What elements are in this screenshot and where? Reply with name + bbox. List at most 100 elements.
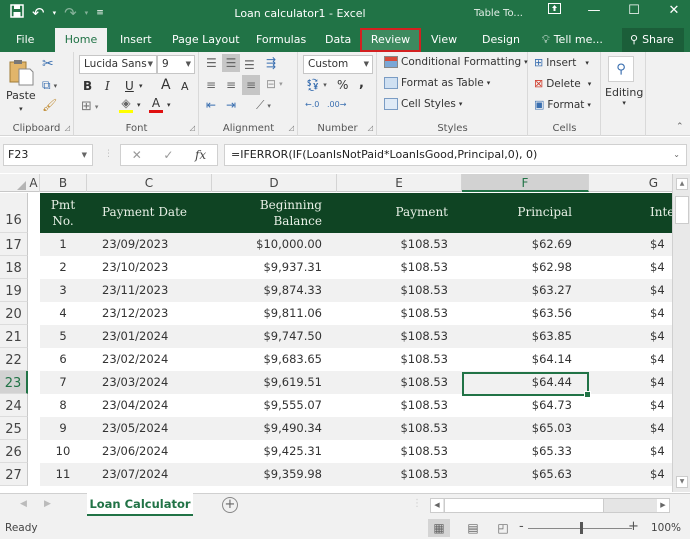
tab-file[interactable]: File xyxy=(8,28,42,52)
cell-payment[interactable]: $108.53 xyxy=(340,256,448,279)
merge-center-icon[interactable]: ⊟ ▾ xyxy=(266,77,283,91)
row-header-17[interactable]: 17 xyxy=(0,233,28,256)
scroll-up-arrow[interactable]: ▲ xyxy=(676,178,688,190)
underline-button[interactable]: U xyxy=(125,79,134,93)
header-payment-date[interactable]: Payment Date xyxy=(102,205,187,219)
cell-balance[interactable]: $9,619.51 xyxy=(212,371,322,394)
shrink-font-button[interactable]: A xyxy=(181,80,189,93)
zoom-level[interactable]: 100% xyxy=(651,522,681,534)
column-header-a[interactable]: A xyxy=(28,174,40,192)
horizontal-scrollbar[interactable]: ◀ ▶ xyxy=(430,498,670,513)
cell-interest[interactable]: $4 xyxy=(650,325,665,348)
cell-interest[interactable]: $4 xyxy=(650,256,665,279)
cell-no[interactable]: 2 xyxy=(40,256,86,279)
underline-dropdown-icon[interactable]: ▾ xyxy=(139,82,143,90)
selected-cell-f23[interactable] xyxy=(462,372,591,398)
tab-insert[interactable]: Insert xyxy=(112,28,160,52)
cell-date[interactable]: 23/07/2024 xyxy=(102,463,168,486)
paste-button[interactable]: Paste ▾ xyxy=(6,58,36,113)
cell-date[interactable]: 23/10/2023 xyxy=(102,256,168,279)
align-right-icon[interactable]: ≡ xyxy=(242,75,260,95)
font-color-button[interactable]: A xyxy=(149,96,163,113)
row-header-19[interactable]: 19 xyxy=(0,279,28,302)
delete-cells-button[interactable]: ⊠ Delete ▾ xyxy=(534,77,591,90)
header-payment[interactable]: Payment xyxy=(340,205,449,219)
grow-font-button[interactable]: A xyxy=(161,77,171,93)
tab-formulas[interactable]: Formulas xyxy=(248,28,314,52)
copy-icon[interactable]: ⧉ ▾ xyxy=(42,78,57,93)
row-header-18[interactable]: 18 xyxy=(0,256,28,279)
cell-interest[interactable]: $4 xyxy=(650,463,665,486)
cell-balance[interactable]: $9,874.33 xyxy=(212,279,322,302)
increase-decimal-icon[interactable]: ←.0 xyxy=(305,100,319,109)
select-all-button[interactable] xyxy=(0,174,28,192)
cell-balance[interactable]: $9,811.06 xyxy=(212,302,322,325)
row-header-26[interactable]: 26 xyxy=(0,440,28,463)
number-launcher-icon[interactable]: ◿ xyxy=(368,124,373,132)
normal-view-icon[interactable]: ▦ xyxy=(428,519,450,537)
collapse-ribbon-icon[interactable]: ⌃ xyxy=(676,122,684,132)
cell-date[interactable]: 23/02/2024 xyxy=(102,348,168,371)
cell-date[interactable]: 23/11/2023 xyxy=(102,279,168,302)
cell-balance[interactable]: $9,359.98 xyxy=(212,463,322,486)
cell-principal[interactable]: $65.33 xyxy=(462,440,572,463)
cell-no[interactable]: 8 xyxy=(40,394,86,417)
row-header-24[interactable]: 24 xyxy=(0,394,28,417)
cell-no[interactable]: 4 xyxy=(40,302,86,325)
cell-no[interactable]: 5 xyxy=(40,325,86,348)
cell-date[interactable]: 23/06/2024 xyxy=(102,440,168,463)
cell-balance[interactable]: $9,490.34 xyxy=(212,417,322,440)
cell-date[interactable]: 23/09/2023 xyxy=(102,233,168,256)
cell-interest[interactable]: $4 xyxy=(650,279,665,302)
cell-no[interactable]: 10 xyxy=(40,440,86,463)
align-top-icon[interactable]: ☰ xyxy=(206,56,217,70)
cell-payment[interactable]: $108.53 xyxy=(340,279,448,302)
zoom-out-button[interactable]: - xyxy=(519,519,524,534)
name-box[interactable]: F23 ▼ xyxy=(3,144,93,166)
font-name-select[interactable]: Lucida Sans ▼ xyxy=(79,55,157,74)
cell-payment[interactable]: $108.53 xyxy=(340,463,448,486)
comma-style-button[interactable]: , xyxy=(359,76,364,91)
column-header-e[interactable]: E xyxy=(337,174,462,192)
cell-payment[interactable]: $108.53 xyxy=(340,417,448,440)
column-header-c[interactable]: C xyxy=(87,174,212,192)
bold-button[interactable]: B xyxy=(83,79,92,93)
text-orientation-icon[interactable]: ⟋ ▾ xyxy=(256,98,271,113)
fill-dropdown-icon[interactable]: ▾ xyxy=(137,101,141,109)
clipboard-launcher-icon[interactable]: ◿ xyxy=(65,124,70,132)
cell-no[interactable]: 11 xyxy=(40,463,86,486)
zoom-in-button[interactable]: + xyxy=(628,519,639,534)
tab-home[interactable]: Home xyxy=(55,28,107,52)
font-color-dropdown-icon[interactable]: ▾ xyxy=(167,101,171,109)
cell-interest[interactable]: $4 xyxy=(650,233,665,256)
cell-date[interactable]: 23/04/2024 xyxy=(102,394,168,417)
tab-review[interactable]: Review xyxy=(360,28,421,52)
number-format-select[interactable]: Custom ▼ xyxy=(303,55,373,74)
cell-principal[interactable]: $62.98 xyxy=(462,256,572,279)
cut-icon[interactable]: ✂ xyxy=(42,56,54,72)
row-header-25[interactable]: 25 xyxy=(0,417,28,440)
cell-payment[interactable]: $108.53 xyxy=(340,348,448,371)
cell-balance[interactable]: $10,000.00 xyxy=(212,233,322,256)
row-header-22[interactable]: 22 xyxy=(0,348,28,371)
tab-page-layout[interactable]: Page Layout xyxy=(164,28,248,52)
tab-split-handle[interactable]: ⋮ xyxy=(412,498,422,509)
tab-data[interactable]: Data xyxy=(317,28,359,52)
align-left-icon[interactable]: ≡ xyxy=(206,78,216,92)
minimize-button[interactable]: — xyxy=(586,3,602,18)
share-button[interactable]: ⚲ Share xyxy=(622,28,684,52)
header-interest[interactable]: Inte xyxy=(650,205,674,219)
tab-view[interactable]: View xyxy=(423,28,465,52)
sheet-tab-loan-calculator[interactable]: Loan Calculator xyxy=(87,493,193,516)
cell-interest[interactable]: $4 xyxy=(650,417,665,440)
cell-principal[interactable]: $65.63 xyxy=(462,463,572,486)
cell-principal[interactable]: $64.14 xyxy=(462,348,572,371)
editing-button[interactable]: Editing ▾ xyxy=(605,86,643,107)
cell-principal[interactable]: $65.03 xyxy=(462,417,572,440)
column-header-f[interactable]: F xyxy=(462,174,589,192)
page-break-view-icon[interactable]: ◰ xyxy=(492,519,514,537)
decrease-decimal-icon[interactable]: .00→ xyxy=(327,100,346,109)
cell-balance[interactable]: $9,555.07 xyxy=(212,394,322,417)
insert-function-button[interactable]: fx xyxy=(195,148,206,162)
fill-color-button[interactable]: ◈ xyxy=(119,96,133,113)
